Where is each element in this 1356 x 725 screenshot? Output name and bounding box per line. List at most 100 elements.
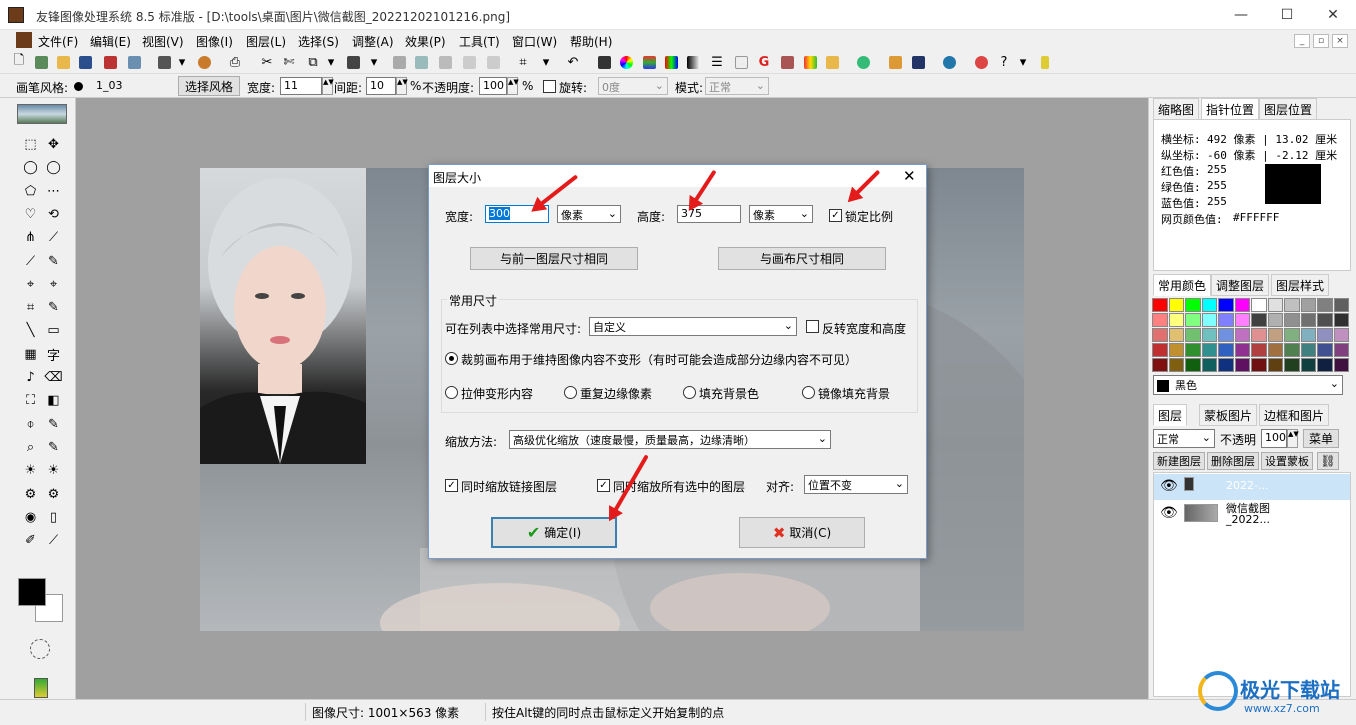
text-icon[interactable]: 字 bbox=[43, 344, 64, 365]
palette-swatch[interactable] bbox=[1284, 358, 1300, 372]
palette-swatch[interactable] bbox=[1234, 298, 1250, 312]
palette-swatch[interactable] bbox=[1201, 313, 1217, 327]
scale-method-select[interactable]: 高级优化缩放（速度最慢，质量最高，边缘清晰） ⌄ bbox=[509, 430, 831, 449]
copy-dropdown-icon[interactable]: ▾ bbox=[322, 53, 340, 71]
palette-swatch[interactable] bbox=[1267, 313, 1283, 327]
tab-pointer-position[interactable]: 指针位置 bbox=[1201, 98, 1260, 120]
palette-swatch[interactable] bbox=[1284, 313, 1300, 327]
dotted-select-icon[interactable]: ⋯ bbox=[43, 181, 64, 202]
palette-swatch[interactable] bbox=[1267, 328, 1283, 342]
stretch-radio[interactable] bbox=[445, 386, 458, 399]
palette-swatch[interactable] bbox=[1234, 313, 1250, 327]
crop-tool-icon[interactable]: ⌗ bbox=[20, 297, 41, 318]
dropdown-arrow-icon[interactable]: ▾ bbox=[173, 53, 191, 71]
quick-mask-icon[interactable] bbox=[30, 639, 50, 659]
camera-icon[interactable] bbox=[595, 53, 613, 71]
layer-opacity-spinner[interactable]: ▲▼ bbox=[1287, 429, 1299, 448]
texture-icon[interactable] bbox=[778, 53, 796, 71]
brightness-icon[interactable]: ☀ bbox=[20, 460, 41, 481]
palette-swatch[interactable] bbox=[1251, 298, 1267, 312]
menu-select[interactable]: 选择(S) bbox=[298, 33, 339, 50]
palette-swatch[interactable] bbox=[1168, 328, 1184, 342]
battery-icon[interactable] bbox=[1036, 53, 1054, 71]
zoom-icon[interactable]: ⌕ bbox=[20, 437, 41, 458]
circle-select-icon[interactable]: ◯ bbox=[43, 157, 64, 178]
eraser-icon[interactable]: ⌫ bbox=[43, 367, 64, 388]
flip-icon[interactable] bbox=[484, 53, 502, 71]
paste-icon[interactable] bbox=[344, 53, 362, 71]
foreground-color-swatch[interactable] bbox=[18, 578, 46, 606]
mdi-minimize-button[interactable]: _ bbox=[1294, 34, 1310, 48]
width-unit-select[interactable]: 像素 ⌄ bbox=[557, 205, 621, 223]
menu-edit[interactable]: 编辑(E) bbox=[90, 33, 131, 50]
paste-dropdown-icon[interactable]: ▾ bbox=[365, 53, 383, 71]
grid-icon[interactable] bbox=[390, 53, 408, 71]
common-size-select[interactable]: 自定义 ⌄ bbox=[589, 317, 797, 336]
layer-menu-button[interactable]: 菜单 bbox=[1303, 429, 1339, 448]
pen-tool-icon[interactable]: ✎ bbox=[43, 414, 64, 435]
color-select[interactable]: 黑色 ⌄ bbox=[1153, 375, 1343, 395]
image-icon[interactable]: ▦ bbox=[20, 344, 41, 365]
tab-layers[interactable]: 图层 bbox=[1153, 404, 1188, 426]
palette-swatch[interactable] bbox=[1300, 298, 1316, 312]
red-eye-icon[interactable]: ◉ bbox=[20, 507, 41, 528]
palette-swatch[interactable] bbox=[1185, 313, 1201, 327]
palette-swatch[interactable] bbox=[1218, 298, 1234, 312]
menu-adjust[interactable]: 调整(A) bbox=[352, 33, 394, 50]
crop-radio[interactable] bbox=[445, 352, 458, 365]
palette-swatch[interactable] bbox=[1185, 298, 1201, 312]
pencil-icon[interactable]: ✎ bbox=[43, 297, 64, 318]
palette-swatch[interactable] bbox=[1152, 313, 1168, 327]
brush-width-spinner[interactable]: ▲▼ bbox=[322, 77, 334, 95]
palette-swatch[interactable] bbox=[1284, 343, 1300, 357]
palette-swatch[interactable] bbox=[1201, 298, 1217, 312]
swap-wh-checkbox[interactable] bbox=[806, 320, 819, 333]
palette-swatch[interactable] bbox=[1300, 358, 1316, 372]
move-icon[interactable]: ✥ bbox=[43, 134, 64, 155]
highlight-icon[interactable]: ✎ bbox=[43, 437, 64, 458]
scale-linked-checkbox[interactable]: ✓ bbox=[445, 479, 458, 492]
tab-mask-image[interactable]: 蒙板图片 bbox=[1199, 404, 1258, 426]
palette-swatch[interactable] bbox=[1218, 343, 1234, 357]
thumbnail-icon[interactable] bbox=[436, 53, 454, 71]
palette-swatch[interactable] bbox=[1317, 343, 1333, 357]
rotate-checkbox[interactable] bbox=[543, 80, 556, 93]
layer-item[interactable]: 👁 2022-... bbox=[1154, 474, 1350, 500]
export-icon[interactable] bbox=[823, 53, 841, 71]
spacing-input[interactable]: 10 bbox=[366, 77, 396, 95]
palette-swatch[interactable] bbox=[1300, 343, 1316, 357]
menu-file[interactable]: 文件(F) bbox=[38, 33, 78, 50]
palette-swatch[interactable] bbox=[1317, 358, 1333, 372]
eye-icon[interactable]: 👁 bbox=[1160, 505, 1178, 521]
palette-swatch[interactable] bbox=[1218, 313, 1234, 327]
globe-icon[interactable] bbox=[940, 53, 958, 71]
palette-swatch[interactable] bbox=[1333, 298, 1349, 312]
cut-icon[interactable]: ✂ bbox=[258, 53, 276, 71]
g-letter-icon[interactable]: G bbox=[755, 53, 773, 71]
rotate-select[interactable]: 0度 ⌄ bbox=[598, 77, 668, 95]
contrast-icon[interactable]: ☀ bbox=[43, 460, 64, 481]
close-window-button[interactable]: ✕ bbox=[1310, 0, 1356, 30]
rect-select-icon[interactable]: ⬚ bbox=[20, 134, 41, 155]
navigator-thumbnail[interactable] bbox=[17, 104, 67, 124]
layer-opacity-input[interactable]: 100 bbox=[1261, 429, 1287, 448]
palette-swatch[interactable] bbox=[1152, 328, 1168, 342]
ruler-icon[interactable]: ⟋ bbox=[43, 530, 64, 551]
help-dropdown-icon[interactable]: ▾ bbox=[1014, 53, 1032, 71]
palette-swatch[interactable] bbox=[1218, 328, 1234, 342]
rotate-icon[interactable] bbox=[460, 53, 478, 71]
clone-icon[interactable]: ♪ bbox=[20, 367, 41, 388]
palette-swatch[interactable] bbox=[1284, 328, 1300, 342]
palette-swatch[interactable] bbox=[1251, 328, 1267, 342]
minimize-button[interactable]: — bbox=[1218, 0, 1264, 30]
tab-layer-style[interactable]: 图层样式 bbox=[1271, 274, 1330, 296]
palette-swatch[interactable] bbox=[1234, 343, 1250, 357]
palette-swatch[interactable] bbox=[1251, 313, 1267, 327]
fit-icon[interactable]: ⌗ bbox=[514, 53, 532, 71]
magic-wand-icon[interactable]: ⟲ bbox=[43, 204, 64, 225]
polygon-select-icon[interactable]: ⬠ bbox=[20, 181, 41, 202]
tab-layer-position[interactable]: 图层位置 bbox=[1259, 98, 1318, 120]
palette-swatch[interactable] bbox=[1251, 343, 1267, 357]
menu-tools[interactable]: 工具(T) bbox=[459, 33, 500, 50]
print-icon[interactable]: ⎙ bbox=[226, 53, 244, 71]
